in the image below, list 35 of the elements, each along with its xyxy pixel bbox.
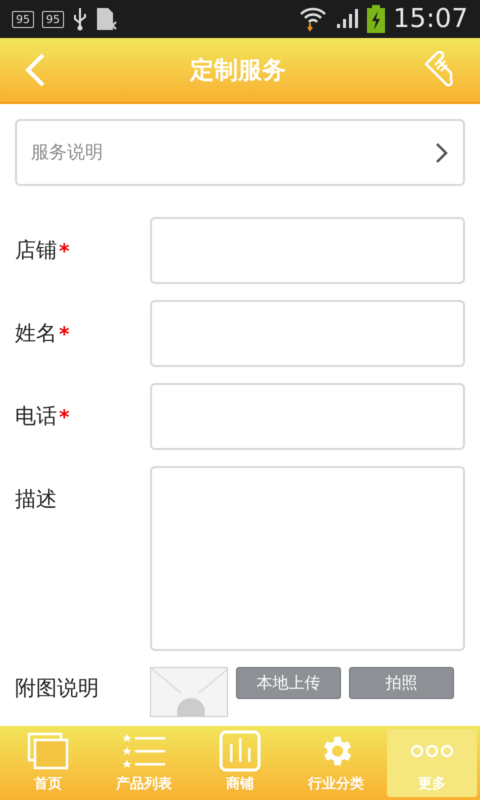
wifi-icon bbox=[299, 6, 328, 32]
clock-time: 15:07 bbox=[393, 6, 468, 32]
photo-button[interactable]: 拍照 bbox=[349, 667, 454, 699]
attachment-label: 附图说明 bbox=[15, 676, 99, 700]
nav-tab[interactable]: 行业分类 bbox=[291, 729, 381, 797]
notification-badge: 95 bbox=[42, 10, 64, 28]
field-label: 店铺 bbox=[15, 236, 57, 264]
page-title: 定制服务 bbox=[190, 55, 286, 86]
required-mark: * bbox=[59, 238, 70, 264]
sim-card-icon bbox=[96, 7, 118, 31]
notification-badge: 95 bbox=[12, 10, 34, 28]
star-list-icon bbox=[121, 733, 167, 769]
usb-icon bbox=[72, 7, 88, 31]
field-label: 姓名 bbox=[15, 320, 57, 347]
photo-button[interactable]: 本地上传 bbox=[236, 667, 341, 699]
nav-tab[interactable]: 产品列表 bbox=[99, 729, 189, 797]
field-label: 描述 bbox=[15, 486, 57, 513]
nav-tab[interactable]: 更多 bbox=[387, 729, 477, 797]
service-description-row[interactable]: 服务说明 bbox=[15, 119, 465, 186]
nav-tab[interactable]: 首页 bbox=[3, 729, 93, 797]
more-icon bbox=[410, 744, 454, 758]
nav-tab[interactable]: 商铺 bbox=[195, 729, 285, 797]
input-field[interactable] bbox=[150, 383, 465, 450]
field-label: 电话 bbox=[15, 402, 57, 430]
windows-icon bbox=[27, 732, 69, 770]
required-mark: * bbox=[59, 320, 70, 348]
battery-icon bbox=[367, 5, 386, 33]
signal-icon bbox=[335, 8, 360, 30]
input-field[interactable] bbox=[150, 217, 465, 284]
required-mark: * bbox=[59, 404, 70, 430]
chevron-right-icon bbox=[435, 142, 449, 164]
back-icon bbox=[24, 53, 46, 87]
description-field[interactable] bbox=[150, 466, 465, 651]
bar-chart-icon bbox=[219, 730, 261, 772]
input-field[interactable] bbox=[150, 300, 465, 367]
